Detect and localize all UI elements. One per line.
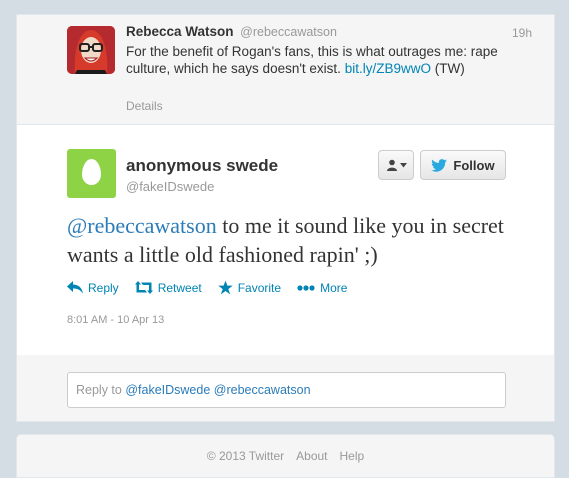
reply-prefix: Reply to — [76, 383, 126, 397]
twitter-bird-icon — [431, 158, 448, 172]
egg-icon — [82, 159, 101, 185]
main-avatar[interactable] — [67, 149, 116, 198]
favorite-label: Favorite — [237, 280, 282, 295]
ancestor-time[interactable]: 19h — [512, 26, 532, 40]
footer-help-link[interactable]: Help — [340, 449, 365, 463]
ancestor-avatar[interactable] — [67, 26, 115, 74]
main-tweet: anonymous swede @fakeIDswede Follow @reb… — [16, 124, 555, 356]
tweet-actions: Reply Retweet Favorite More — [67, 280, 347, 295]
caret-down-icon — [399, 162, 407, 167]
favorite-action[interactable]: Favorite — [218, 280, 281, 295]
tweet-text: @rebeccawatson to me it sound like you i… — [67, 211, 527, 269]
star-icon — [218, 280, 233, 295]
more-icon — [297, 284, 315, 291]
reply-mentions: @fakeIDswede @rebeccawatson — [125, 383, 311, 397]
reply-icon — [67, 281, 83, 294]
reply-input[interactable]: Reply to @fakeIDswede @rebeccawatson — [67, 372, 506, 408]
ancestor-text: For the benefit of Rogan's fans, this is… — [126, 43, 536, 77]
footer: © 2013 Twitter About Help — [16, 434, 555, 478]
avatar-image — [67, 26, 115, 74]
ancestor-text-suffix: (TW) — [430, 61, 465, 76]
tweet-mention[interactable]: @rebeccawatson — [67, 213, 217, 238]
follow-button[interactable]: Follow — [420, 150, 506, 180]
footer-about-link[interactable]: About — [296, 449, 327, 463]
retweet-label: Retweet — [157, 280, 202, 295]
follow-label: Follow — [453, 157, 495, 173]
reply-label: Reply — [88, 280, 119, 295]
ancestor-tweet[interactable]: Rebecca Watson @rebeccawatson 19h For th… — [16, 14, 555, 125]
ancestor-details-link[interactable]: Details — [126, 99, 163, 113]
retweet-action[interactable]: Retweet — [134, 280, 202, 295]
ancestor-handle[interactable]: @rebeccawatson — [240, 25, 337, 39]
ancestor-name[interactable]: Rebecca Watson — [126, 24, 234, 39]
reply-area: Reply to @fakeIDswede @rebeccawatson — [16, 355, 555, 422]
main-handle[interactable]: @fakeIDswede — [126, 179, 214, 194]
retweet-icon — [134, 281, 153, 294]
ancestor-link[interactable]: bit.ly/ZB9wwO — [345, 61, 431, 76]
main-name[interactable]: anonymous swede — [126, 156, 278, 176]
user-actions-button[interactable] — [378, 150, 414, 180]
more-label: More — [320, 280, 348, 295]
footer-copyright: © 2013 Twitter — [206, 449, 285, 463]
user-icon — [386, 159, 397, 171]
tweet-timestamp[interactable]: 8:01 AM - 10 Apr 13 — [67, 314, 164, 326]
reply-action[interactable]: Reply — [67, 280, 119, 295]
more-action[interactable]: More — [297, 280, 347, 295]
